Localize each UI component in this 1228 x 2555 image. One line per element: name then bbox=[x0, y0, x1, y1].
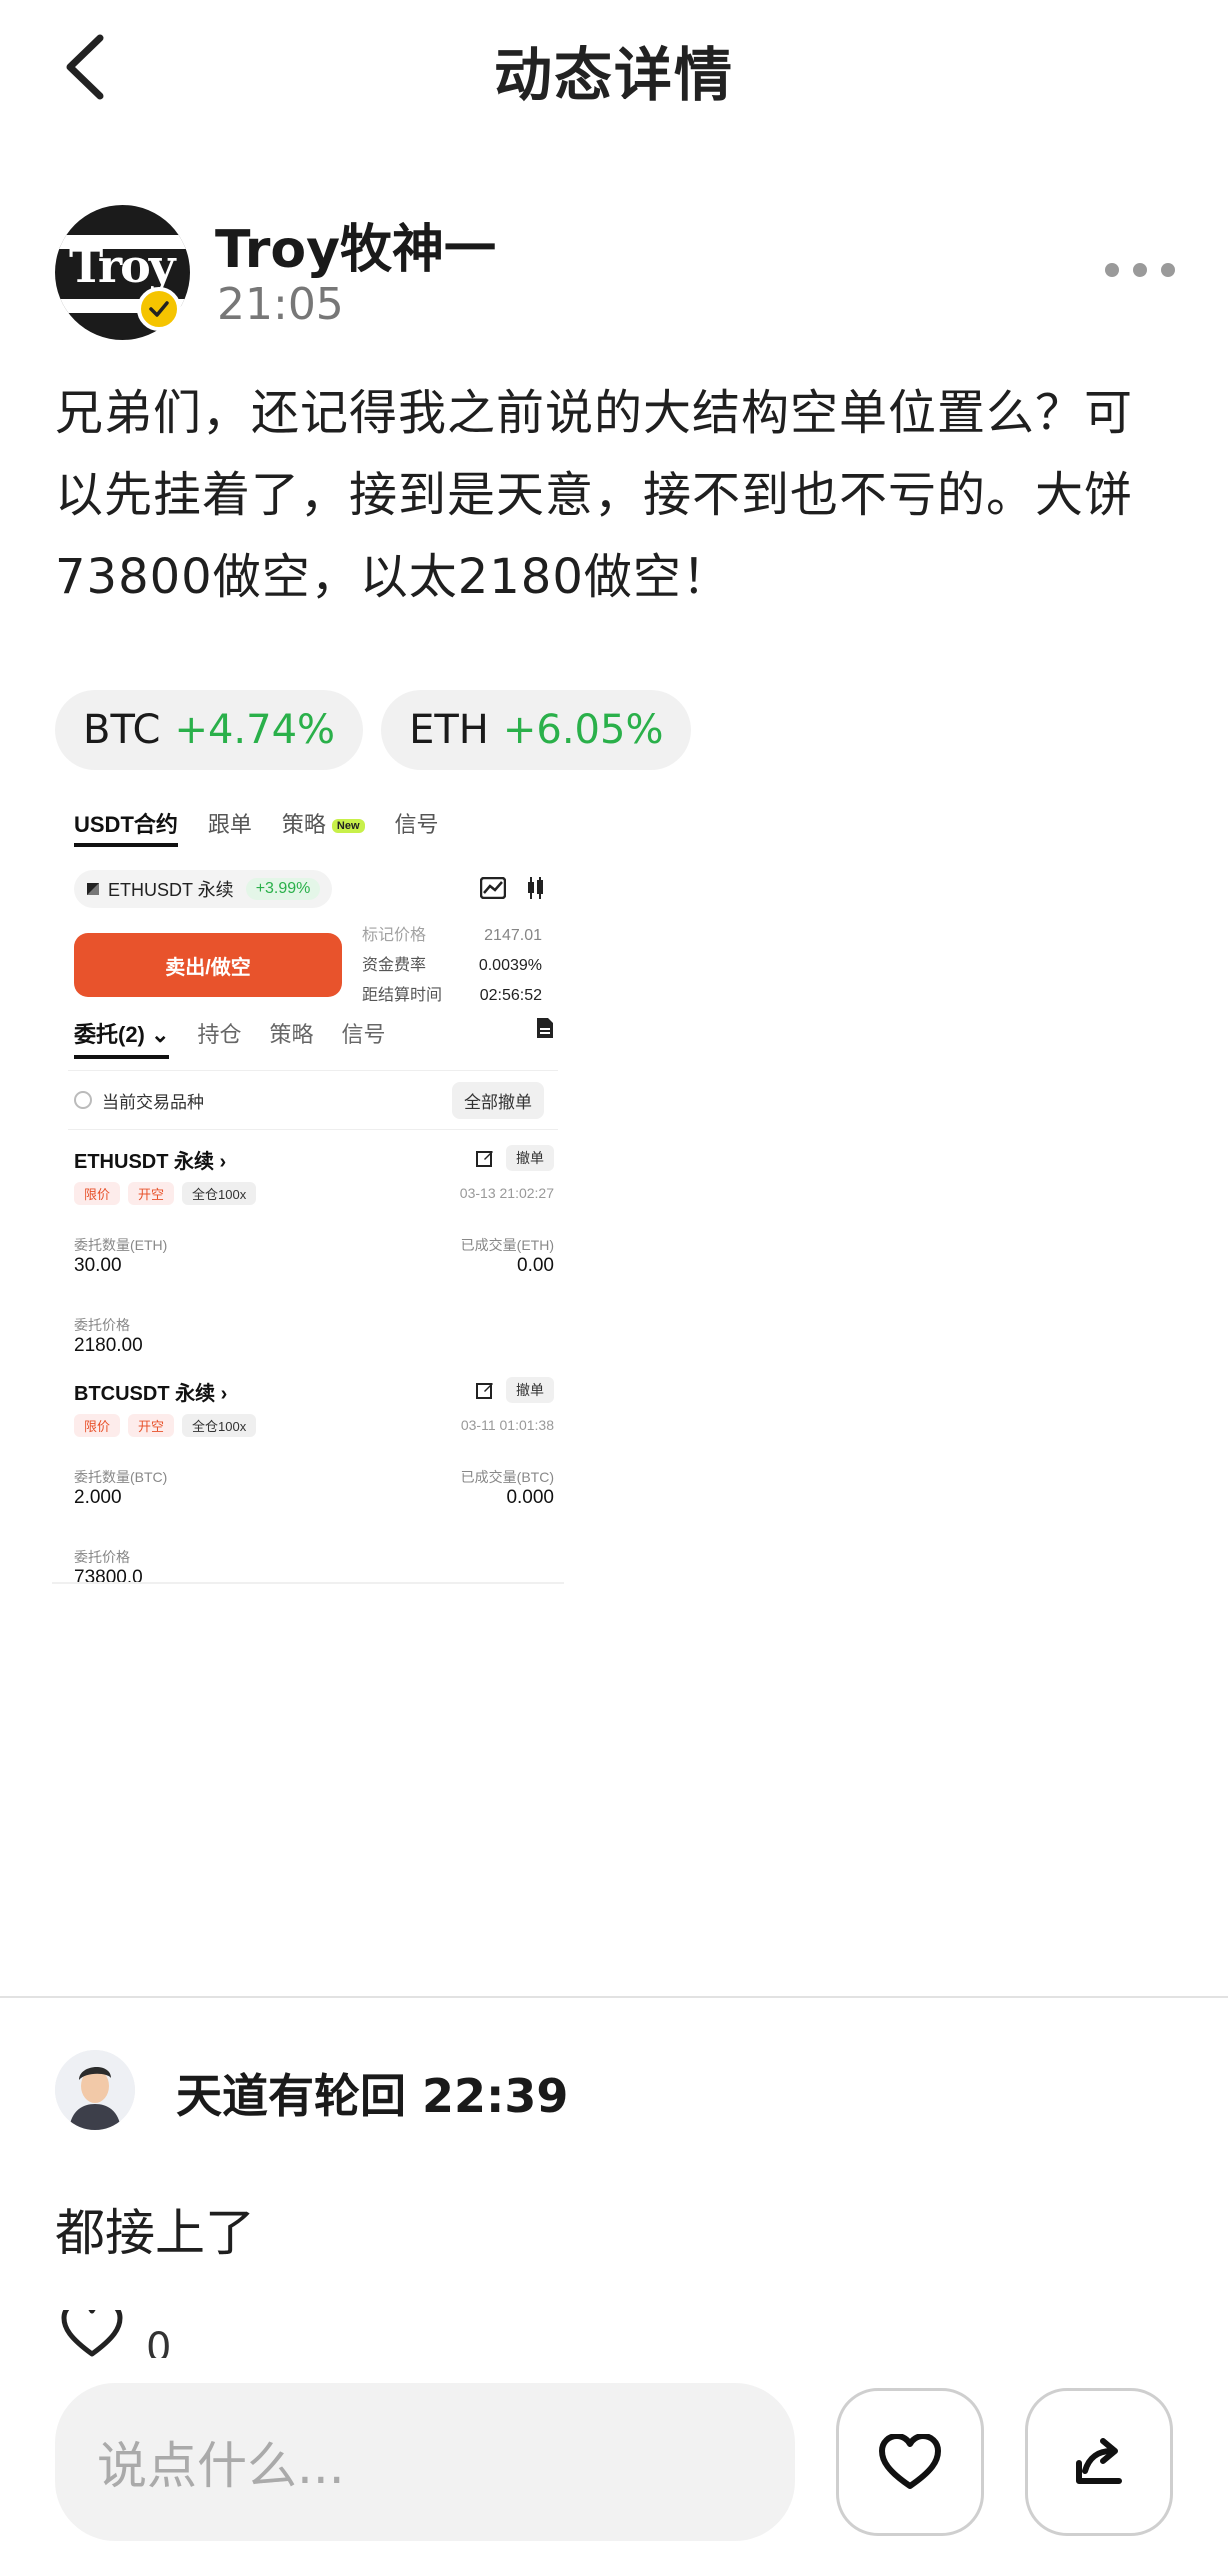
edit-icon bbox=[476, 1151, 493, 1167]
commenter-name[interactable]: 天道有轮回 bbox=[176, 2069, 406, 2123]
coin-symbol: ETH bbox=[409, 707, 489, 753]
info-label: 标记价格 bbox=[362, 927, 427, 944]
more-options-button[interactable] bbox=[1105, 255, 1175, 285]
post-text: 兄弟们，还记得我之前说的大结构空单位置么？可以先挂着了，接到是天意，接不到也不亏… bbox=[55, 385, 1134, 605]
candlestick-icon bbox=[528, 877, 543, 899]
info-label: 资金费率 bbox=[362, 957, 427, 974]
radio-icon bbox=[74, 1091, 92, 1109]
filled-label: 已成交量(ETH) bbox=[460, 1237, 554, 1253]
share-button[interactable] bbox=[1025, 2388, 1173, 2536]
image-divider bbox=[52, 1582, 564, 1584]
info-value: 02:56:52 bbox=[479, 987, 542, 1004]
comment-text: 都接上了 bbox=[55, 2204, 255, 2262]
order-tag: 全仓100x bbox=[182, 1182, 257, 1205]
coin-chip-btc[interactable]: BTC +4.74% bbox=[55, 690, 364, 770]
info-label: 距结算时间 bbox=[362, 987, 443, 1004]
price-value: 2180.00 bbox=[74, 1335, 143, 1356]
post-image[interactable]: USDT合约 跟单 策略 New 信号 ETHUSDT 永续 +3.99% 卖出/… bbox=[52, 785, 564, 1588]
image-order-item: BTCUSDT 永续 › 限价 开空 全仓100x 撤单 03-11 01:01… bbox=[74, 1377, 554, 1607]
order-tag: 开空 bbox=[128, 1414, 175, 1437]
info-value: 0.0039% bbox=[478, 957, 542, 974]
order-cancel: 撤单 bbox=[506, 1377, 554, 1403]
document-icon bbox=[536, 1017, 554, 1059]
order-tag: 限价 bbox=[74, 1414, 121, 1437]
filter-label: 当前交易品种 bbox=[102, 1092, 204, 1112]
order-tag: 全仓100x bbox=[182, 1414, 257, 1437]
image-order-item: ETHUSDT 永续 › 限价 开空 全仓100x 撤单 03-13 21:02… bbox=[74, 1145, 554, 1375]
order-actions: 撤单 bbox=[476, 1377, 554, 1403]
page-title: 动态详情 bbox=[493, 41, 734, 109]
pair-logo-icon bbox=[87, 883, 99, 895]
image-tab: USDT合约 bbox=[74, 807, 178, 847]
filled-label: 已成交量(BTC) bbox=[460, 1469, 554, 1485]
post-author: Troy Troy牧神一 21:05 bbox=[55, 205, 1175, 340]
image-order-tab: 策略 bbox=[269, 1022, 314, 1047]
image-filter-row: 当前交易品种 全部撤单 bbox=[68, 1070, 558, 1130]
image-cancel-all: 全部撤单 bbox=[452, 1081, 544, 1119]
comment-time: 22:39 bbox=[422, 2069, 569, 2123]
image-market-info: 标记价格 2147.01 资金费率 0.0039% 距结算时间 02:56:52 bbox=[362, 921, 542, 1011]
section-divider bbox=[0, 1996, 1228, 1998]
image-pair-name: ETHUSDT 永续 bbox=[108, 880, 234, 900]
commenter-avatar[interactable] bbox=[55, 2050, 135, 2130]
coin-change: +4.74% bbox=[174, 707, 336, 753]
image-tab: 信号 bbox=[394, 812, 439, 837]
comment-header: 天道有轮回 22:39 bbox=[176, 2060, 568, 2126]
share-icon bbox=[1076, 2438, 1122, 2484]
order-actions: 撤单 bbox=[476, 1145, 554, 1171]
image-sell-button: 卖出/做空 bbox=[74, 933, 342, 997]
order-quantities: 委托数量(BTC) 2.000 已成交量(BTC) 0.000 bbox=[74, 1467, 554, 1509]
more-dot-icon bbox=[1161, 263, 1175, 277]
price-label: 委托价格 bbox=[74, 1549, 130, 1565]
image-order-tab: 信号 bbox=[341, 1022, 386, 1047]
info-value: 2147.01 bbox=[484, 927, 542, 944]
chart-icon bbox=[480, 877, 506, 899]
image-order-tabs: 委托(2) ⌄ 持仓 策略 信号 bbox=[74, 1017, 554, 1059]
more-dot-icon bbox=[1133, 263, 1147, 277]
comment-input[interactable]: 说点什么... bbox=[55, 2383, 795, 2541]
comment-like[interactable]: 0 bbox=[60, 2310, 171, 2358]
image-pair-change: +3.99% bbox=[245, 878, 321, 900]
coin-chips: BTC +4.74% ETH +6.05% bbox=[55, 690, 692, 770]
order-tag: 限价 bbox=[74, 1182, 121, 1205]
image-toolbar bbox=[480, 877, 546, 899]
order-date: 03-11 01:01:38 bbox=[460, 1417, 554, 1433]
image-order-tab: 持仓 bbox=[197, 1022, 242, 1047]
order-cancel: 撤单 bbox=[506, 1145, 554, 1171]
image-pair-chip: ETHUSDT 永续 +3.99% bbox=[74, 870, 333, 908]
new-badge: New bbox=[331, 819, 365, 834]
image-order-tab: 委托(2) ⌄ bbox=[74, 1017, 170, 1059]
price-value: 73800.0 bbox=[74, 1567, 143, 1588]
like-button[interactable] bbox=[836, 2388, 984, 2536]
coin-change: +6.05% bbox=[502, 707, 664, 753]
heart-icon bbox=[879, 2434, 941, 2489]
avatar-logo-text: Troy bbox=[69, 239, 176, 293]
more-dot-icon bbox=[1105, 263, 1119, 277]
heart-outline-icon bbox=[61, 2310, 123, 2357]
filled-value: 0.00 bbox=[517, 1255, 554, 1276]
verified-badge-icon bbox=[137, 287, 181, 331]
order-quantities: 委托数量(ETH) 30.00 已成交量(ETH) 0.00 bbox=[74, 1235, 554, 1277]
top-bar: 动态详情 bbox=[0, 0, 1228, 140]
filled-value: 0.000 bbox=[506, 1487, 554, 1508]
post-time: 21:05 bbox=[217, 279, 344, 330]
like-count: 0 bbox=[146, 2325, 172, 2358]
author-name[interactable]: Troy牧神一 bbox=[215, 207, 496, 282]
image-tabs: USDT合约 跟单 策略 New 信号 bbox=[74, 807, 439, 847]
coin-symbol: BTC bbox=[83, 707, 161, 753]
order-tag: 开空 bbox=[128, 1182, 175, 1205]
order-price: 委托价格 2180.00 bbox=[74, 1315, 143, 1357]
edit-icon bbox=[476, 1383, 493, 1399]
price-label: 委托价格 bbox=[74, 1317, 130, 1333]
order-date: 03-13 21:02:27 bbox=[459, 1185, 554, 1201]
coin-chip-eth[interactable]: ETH +6.05% bbox=[381, 690, 692, 770]
image-tab-strategy: 策略 New bbox=[282, 807, 365, 847]
image-tab: 跟单 bbox=[207, 812, 252, 837]
